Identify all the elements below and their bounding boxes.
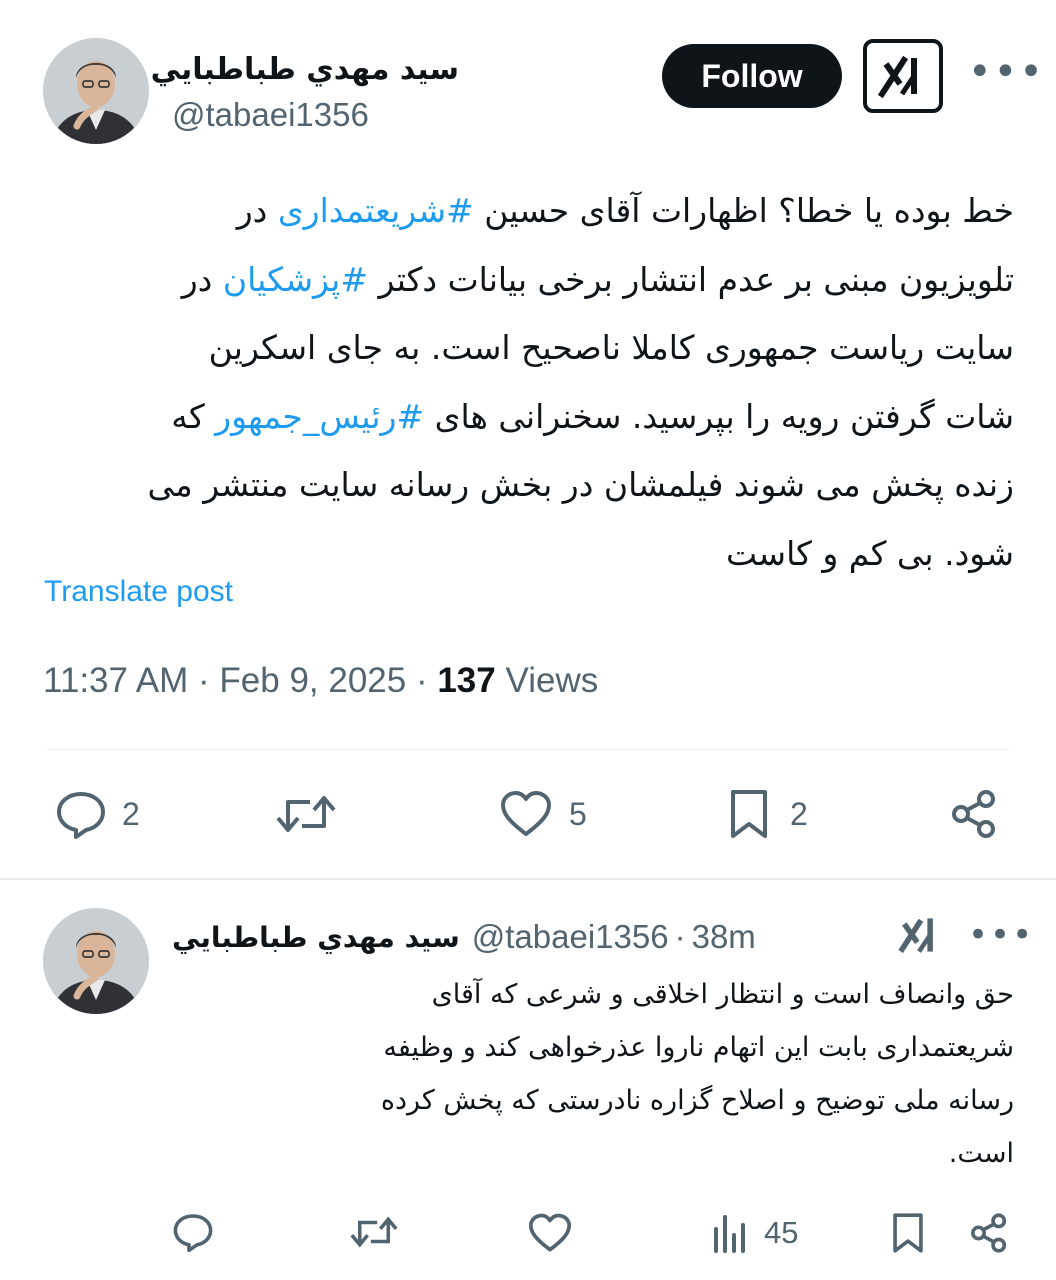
author-avatar[interactable] <box>43 38 149 144</box>
reply-grok-button[interactable] <box>897 914 943 958</box>
reply-button[interactable]: 2 <box>55 788 140 840</box>
tweet-line: خط بوده یا خطا؟ اظهارات آقای حسین #شریعت… <box>236 191 1014 230</box>
tweet-line: تلویزیون مبنی بر عدم انتشار برخی بیانات … <box>181 259 1014 299</box>
reply-more-options-icon[interactable]: ••• <box>968 918 1034 952</box>
heart-icon <box>501 791 551 836</box>
author-name[interactable]: سيد مهدي طباطبايي <box>151 52 459 87</box>
tweet-line: شات گرفتن رویه را بپرسید. سخنرانی های #ر… <box>171 396 1014 436</box>
author-handle[interactable]: @tabaei1356 <box>172 96 369 134</box>
tweet-time[interactable]: 11:37 AM <box>43 661 188 700</box>
reply-line: رسانه ملی توضیح و اصلاح گزاره نادرستی که… <box>380 1085 1014 1116</box>
grok-logo-icon <box>878 55 917 98</box>
reply-time[interactable]: 38m <box>692 918 756 956</box>
follow-button[interactable]: Follow <box>662 44 842 108</box>
reply-author-name[interactable]: سيد مهدي طباطبايي <box>172 921 460 954</box>
tweet-line: سایت ریاست جمهوری کاملا ناصحیح است. به ج… <box>208 328 1014 367</box>
divider <box>43 749 1013 750</box>
reply-text: حق وانصاف است و انتظار اخلاقی و شرعی که … <box>194 968 1014 1180</box>
reply-views-count: 45 <box>764 1215 799 1250</box>
reply-icon <box>173 1214 213 1252</box>
bookmark-button[interactable]: 2 <box>728 788 808 840</box>
reply-author-handle[interactable]: @tabaei1356 <box>472 918 669 956</box>
like-button[interactable]: 5 <box>500 788 587 840</box>
reply-icon <box>57 792 105 839</box>
tweet-text: خط بوده یا خطا؟ اظهارات آقای حسین #شریعت… <box>34 177 1014 588</box>
more-options-icon[interactable]: ••• <box>968 52 1045 92</box>
reply-like-button[interactable] <box>528 1213 572 1253</box>
section-divider <box>0 878 1056 880</box>
translate-post-link[interactable]: Translate post <box>44 575 233 609</box>
grok-logo-button[interactable] <box>863 39 943 113</box>
reply-share-button[interactable] <box>968 1212 1010 1254</box>
retweet-button[interactable] <box>276 788 336 840</box>
reply-line: حق وانصاف است و انتظار اخلاقی و شرعی که … <box>431 979 1014 1010</box>
reply-bookmark-button[interactable] <box>891 1212 925 1254</box>
share-icon <box>952 790 995 838</box>
retweet-icon <box>276 796 336 832</box>
heart-icon <box>528 1213 572 1252</box>
bookmark-count: 2 <box>790 795 808 832</box>
share-button[interactable] <box>948 788 1000 840</box>
analytics-icon <box>714 1215 745 1253</box>
reply-reply-button[interactable] <box>172 1212 214 1252</box>
like-count: 5 <box>569 795 587 832</box>
bookmark-icon <box>893 1213 923 1253</box>
tweet-date[interactable]: Feb 9, 2025 <box>219 661 406 700</box>
views-label: Views <box>505 661 599 700</box>
hashtag-link[interactable]: #شریعتمداری <box>278 191 474 230</box>
bookmark-icon <box>731 790 767 838</box>
hashtag-link[interactable]: #پزشکیان <box>223 260 368 299</box>
reply-line: است. <box>948 1138 1014 1169</box>
reply-author-avatar[interactable] <box>43 908 149 1014</box>
reply-header: سيد مهدي طباطبايي @tabaei1356 · 38m <box>172 918 756 956</box>
retweet-icon <box>350 1216 398 1248</box>
reply-views-button[interactable]: 45 <box>712 1212 798 1254</box>
grok-logo-icon <box>898 918 933 954</box>
reply-retweet-button[interactable] <box>350 1213 398 1251</box>
hashtag-link[interactable]: #رئیس_جمهور <box>215 397 424 436</box>
reply-line: شریعتمداری بابت این اتهام ناروا عذرخواهی… <box>383 1032 1014 1063</box>
tweet-meta: 11:37 AM · Feb 9, 2025 · 137 Views <box>43 661 599 700</box>
share-icon <box>971 1213 1007 1253</box>
views-count: 137 <box>437 661 496 700</box>
reply-count: 2 <box>122 795 140 832</box>
tweet-line: زنده پخش می شوند فیلمشان در بخش رسانه سا… <box>147 465 1014 504</box>
